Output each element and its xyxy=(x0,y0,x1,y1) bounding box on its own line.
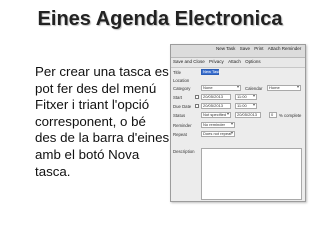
due-checkbox[interactable] xyxy=(195,104,199,108)
save-and-close-button[interactable]: Save and Close xyxy=(173,59,205,64)
task-dialog-screenshot: New Task Save Print Attach Reminder Save… xyxy=(170,44,306,202)
status-select[interactable]: Not specified xyxy=(201,112,231,118)
reminder-select[interactable]: No reminder xyxy=(201,122,235,128)
start-time-select[interactable]: 11:00 xyxy=(235,94,257,100)
toolbar-print[interactable]: Print xyxy=(254,46,263,51)
due-date-input[interactable]: 20/05/2013 xyxy=(201,103,231,109)
reminder-label: Reminder xyxy=(173,123,192,128)
category-label: Category xyxy=(173,86,191,91)
start-label: Start xyxy=(173,95,183,100)
attach-button[interactable]: Attach xyxy=(228,59,241,64)
description-textarea[interactable] xyxy=(201,148,302,200)
task-form: Title New Task Location Category None Ca… xyxy=(171,68,305,201)
privacy-button[interactable]: Privacy xyxy=(209,59,224,64)
description-label: Description xyxy=(173,149,195,154)
due-time-select[interactable]: 11:00 xyxy=(235,103,257,109)
toolbar-save[interactable]: Save xyxy=(240,46,250,51)
dialog-toolbar: New Task Save Print Attach Reminder xyxy=(171,45,305,58)
status-date-input[interactable]: 20/05/2013 xyxy=(235,112,261,118)
calendar-select[interactable]: Home xyxy=(267,85,301,91)
title-input[interactable]: New Task xyxy=(201,69,220,75)
repeat-label: Repeat xyxy=(173,132,187,137)
actions-items: Save and Close Privacy Attach Options xyxy=(173,59,264,64)
category-select[interactable]: None xyxy=(201,85,241,91)
start-checkbox[interactable] xyxy=(195,95,199,99)
complete-input[interactable]: 0 xyxy=(269,112,277,118)
due-label: Due Date xyxy=(173,104,192,109)
options-button[interactable]: Options xyxy=(245,59,261,64)
slide-title: Eines Agenda Electronica xyxy=(37,8,283,30)
location-label: Location xyxy=(173,78,190,83)
title-label: Title xyxy=(173,70,181,75)
dialog-actions-bar: Save and Close Privacy Attach Options xyxy=(171,58,305,68)
slide-header: Eines Agenda Electronica xyxy=(0,0,320,46)
status-label: Status xyxy=(173,113,186,118)
toolbar-items: New Task Save Print Attach Reminder xyxy=(216,46,304,51)
toolbar-new-task[interactable]: New Task xyxy=(216,46,235,51)
start-date-input[interactable]: 20/05/2013 xyxy=(201,94,231,100)
slide-body-text: Per crear una tasca es pot fer des del m… xyxy=(35,64,170,179)
toolbar-attach-reminder[interactable]: Attach Reminder xyxy=(268,46,302,51)
repeat-select[interactable]: Does not repeat xyxy=(201,131,235,137)
calendar-label: Calendar xyxy=(245,86,263,91)
complete-label: % complete xyxy=(279,113,302,118)
